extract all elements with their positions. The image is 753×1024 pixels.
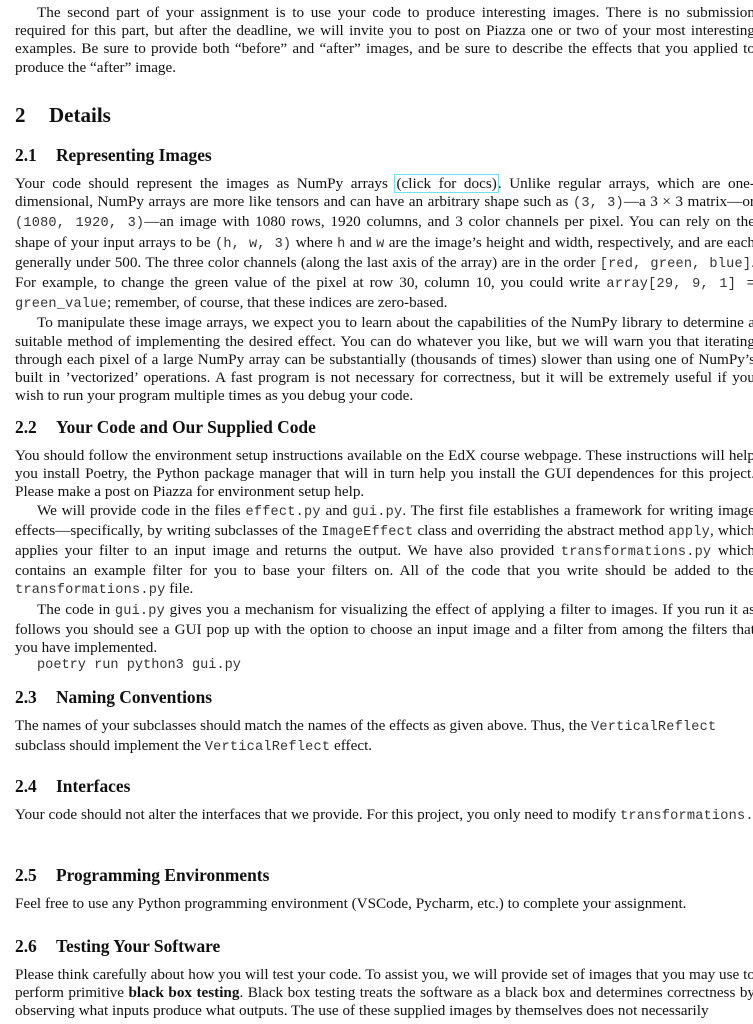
section-2-2: 2.2 Your Code and Our Supplied Code You s… [15,416,753,675]
code-inline: VerticalReflect [591,720,717,735]
code-inline: (3, 3) [572,196,624,212]
subsection-title: Your Code and Our Supplied Code [56,417,316,437]
code-inline: (1080, 1920, 3) [15,216,145,232]
code-inline: effect.py [245,504,321,520]
code-inline: transformations.py [15,583,166,599]
section-title: Details [49,103,111,127]
text-run: The code in [37,600,115,618]
code-inline: VerticalReflect [204,740,331,756]
subsection-title: Interfaces [56,776,131,796]
text-run: file. [165,580,194,598]
representing-images-paragraph-2: To manipulate these image arrays, we exp… [15,314,753,405]
subsection-title: Programming Environments [56,865,270,885]
code-inline: transformations.py [620,809,753,824]
code-inline: apply [668,524,710,540]
intro-section: The second part of your assignment is to… [15,4,753,77]
code-inline: [red, green, blue] [599,256,752,272]
section-2-1: 2.1 Representing Images Your code should … [15,144,753,405]
text-run: effect. [330,737,373,755]
subsection-number: 2.6 [15,936,37,956]
code-inline: (h, w, 3) [214,236,292,252]
subsection-number: 2.3 [15,687,37,707]
run-command-code: poetry run python3 gui.py [37,658,241,674]
section-number: 2 [15,103,26,127]
text-run: We will provide code in the files [37,501,246,519]
code-inline: transformations.py [560,545,712,561]
subsection-number: 2.4 [15,776,37,796]
text-run: class and overriding the abstract method [413,521,669,539]
subsection-number: 2.1 [15,145,37,165]
subsection-number: 2.2 [15,417,37,437]
bold-term: black box testing [128,984,240,1002]
section-2-6: 2.6 Testing Your Software Please think ca… [15,935,753,1021]
section-2-heading: 2 Details [15,102,753,128]
section-2-3: 2.3 Naming Conventions The names of your … [15,686,753,757]
intro-paragraph: The second part of your assignment is to… [15,4,753,76]
text-run: Your code should not alter the interface… [15,806,620,823]
text-run: —a 3 × 3 matrix—or [623,193,753,211]
text-run: subclass should implement the [15,737,205,755]
interfaces-paragraph: Your code should not alter the interface… [15,806,753,826]
section-2-4: 2.4 Interfaces Your code should not alter… [15,775,753,826]
text-run: Your code should represent the images as… [15,175,396,192]
subsection-number: 2.5 [15,865,37,885]
subsection-title: Testing Your Software [56,936,221,956]
code-inline: gui.py [114,603,166,619]
text-run: and [345,233,377,251]
text-run: The names of your subclasses should matc… [15,717,591,734]
text-run: where [291,233,338,251]
subsection-title: Representing Images [56,145,212,165]
section-2-5: 2.5 Programming Environments Feel free to… [15,864,753,913]
naming-conventions-paragraph: The names of your subclasses should matc… [15,717,753,757]
supplied-code-paragraph-3: The code in gui.py gives you a mechanism… [15,601,753,658]
code-inline: ImageEffect [321,524,414,540]
text-run: ; remember, of course, that these indice… [106,294,448,312]
numpy-docs-link[interactable]: (click for docs) [394,174,499,193]
testing-paragraph: Please think carefully about how you wil… [15,966,753,1021]
supplied-code-paragraph-2: We will provide code in the files effect… [15,502,753,601]
text-run: and [320,501,353,519]
supplied-code-paragraph-1: You should follow the environment setup … [15,447,753,501]
representing-images-paragraph-1: Your code should represent the images as… [15,174,753,314]
programming-environments-paragraph: Feel free to use any Python programming … [15,895,687,912]
code-inline: gui.py [352,504,403,520]
subsection-title: Naming Conventions [56,687,213,707]
